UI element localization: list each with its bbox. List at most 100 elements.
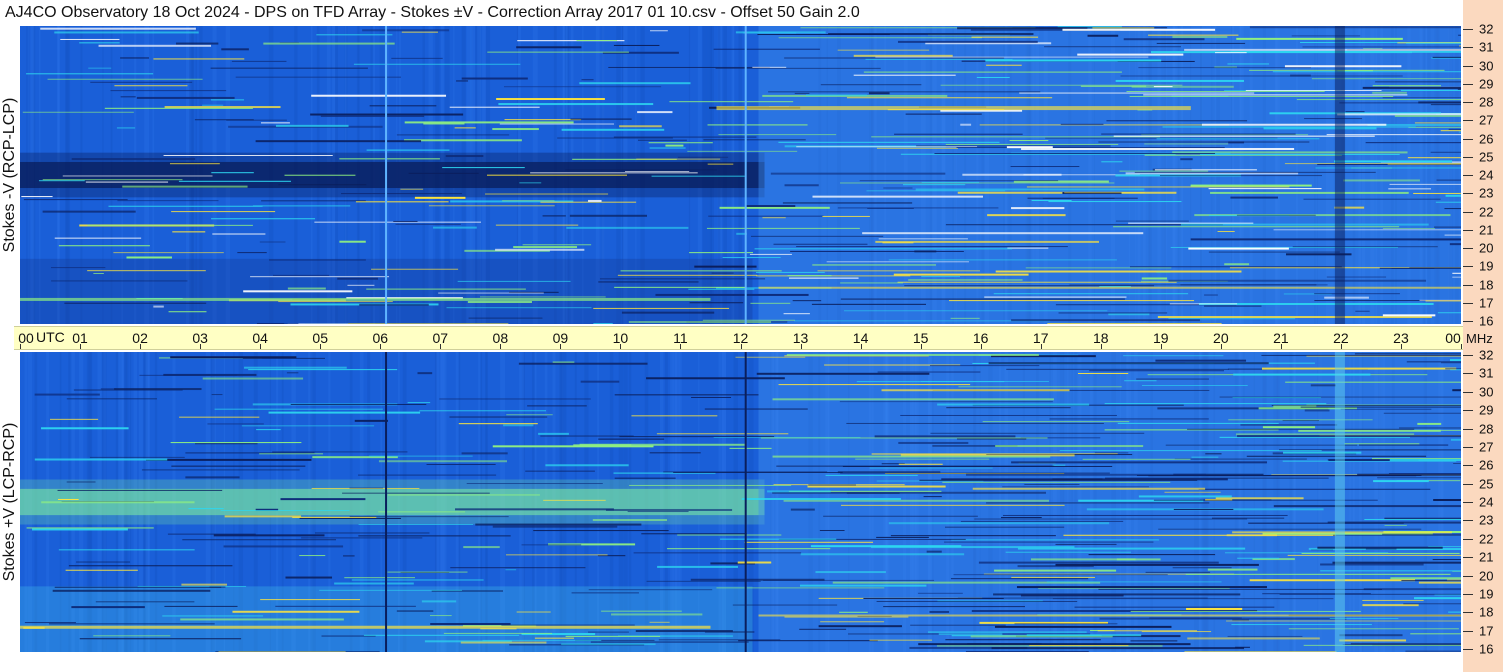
interference-line [611,613,703,616]
freq-tick-18 [1463,612,1473,614]
interference-line [169,163,220,165]
interference-line [269,259,366,261]
interference-line [530,172,698,174]
spectrogram-top [20,26,1461,324]
freq-label-28: 28 [1479,421,1494,436]
interference-line [876,147,958,149]
interference-line [220,510,350,512]
interference-line [93,272,104,274]
interference-line [590,641,749,643]
interference-line [1362,86,1461,89]
interference-line [859,180,1059,182]
interference-line [1006,368,1229,370]
interference-line [1150,51,1412,54]
interference-line [371,268,459,270]
interference-line [48,623,215,625]
interference-line [1387,163,1461,165]
interference-line [450,567,586,569]
interference-line [202,104,224,106]
interference-line [311,94,447,97]
interference-line [703,139,806,141]
interference-line [341,193,462,195]
interference-line [1155,359,1247,362]
time-tick-mark-3 [200,344,202,349]
freq-tick-30 [1463,65,1473,67]
interference-line [268,411,421,414]
time-tick-mark-2 [140,344,142,349]
interference-line [1458,131,1461,133]
interference-line [881,389,1070,392]
interference-line [1235,646,1250,648]
interference-line [139,374,237,376]
interference-line [950,317,980,319]
interference-line [417,372,433,375]
interference-line [527,405,587,407]
interference-line [1148,34,1239,36]
interference-line [1444,234,1461,236]
interference-line [638,139,687,141]
chart-title: AJ4CO Observatory 18 Oct 2024 - DPS on T… [0,0,1463,26]
interference-line [1425,300,1461,302]
interference-line [1433,498,1461,501]
interference-line [1310,384,1336,387]
interference-line [910,624,1006,626]
interference-line [1288,628,1459,630]
interference-line [475,523,642,526]
interference-line [58,549,195,551]
interference-line [301,537,423,539]
bottom-panel-ylabel: Stokes +V (LCP-RCP) [0,352,20,652]
interference-line [32,528,128,531]
interference-line [1187,428,1415,430]
interference-line [949,300,1195,302]
interference-line [749,253,792,255]
interference-line [614,286,747,288]
interference-line [272,451,408,453]
interference-line [1117,422,1279,424]
interference-line [635,630,733,633]
interference-line [1187,637,1320,640]
interference-line [962,173,1062,176]
interference-line [275,124,349,127]
interference-line [315,532,430,534]
interference-line [993,293,1189,295]
interference-line [1302,46,1461,48]
interference-line [690,578,825,581]
interference-line [358,474,497,476]
interference-line [1156,138,1320,140]
interference-line [1237,435,1461,438]
interference-line [1030,558,1136,561]
interference-line [658,639,781,641]
interference-line [772,455,1051,458]
interference-line [1417,422,1442,425]
interference-line [1272,71,1461,73]
interference-line [934,153,1216,155]
interference-line [408,172,479,174]
interference-line [930,432,1145,434]
interference-line [542,215,566,217]
interference-line [1011,207,1065,210]
interference-line [1026,186,1290,188]
interference-line [26,527,154,529]
interference-line [1291,35,1361,37]
interference-line [890,535,1056,537]
interference-line [665,144,684,147]
interference-line [1126,91,1325,93]
interference-line [651,175,745,177]
interference-line [796,246,1068,248]
interference-line [914,250,937,253]
interference-line [1296,99,1461,101]
interference-line [1339,634,1403,637]
interference-line [984,296,1127,298]
time-tick-mark-18 [1100,344,1102,349]
freq-tick-22 [1463,538,1473,540]
interference-line [1304,409,1330,412]
interference-band-17mhz [20,625,711,629]
interference-line [1447,579,1461,581]
interference-line [737,561,772,564]
interference-line [876,601,1078,603]
interference-line [707,163,734,165]
interference-line [592,519,668,522]
interference-line [179,416,260,418]
interference-line [800,584,927,587]
interference-line [1007,247,1049,249]
